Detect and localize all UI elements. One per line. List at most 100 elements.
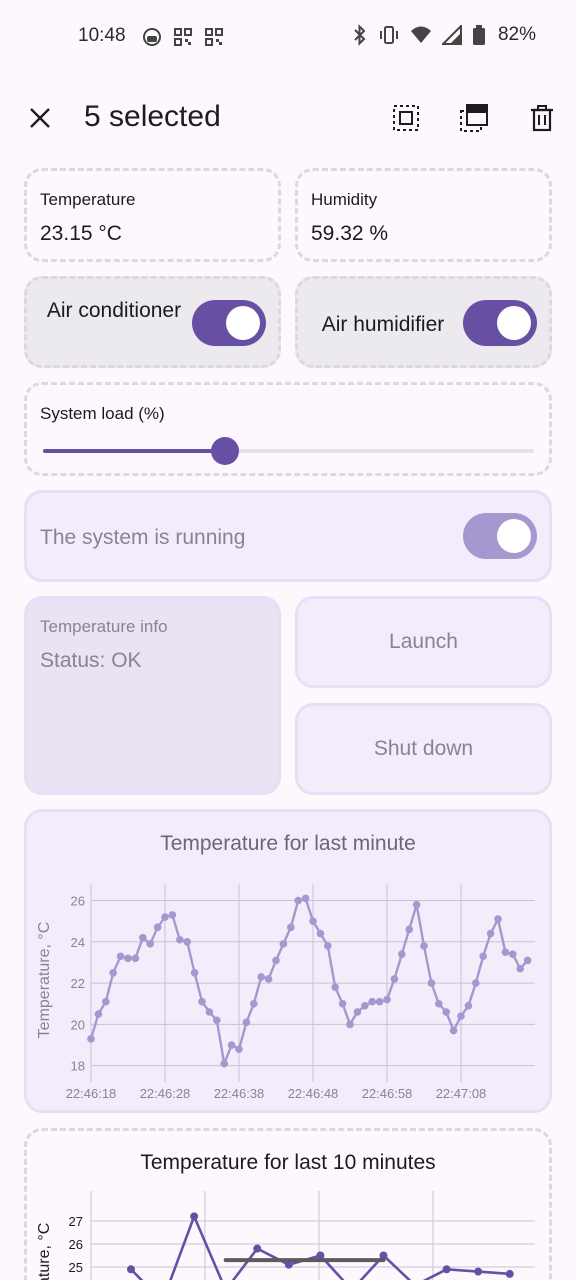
- chart-card-last-ten-minutes: Temperature for last 10 minutes 252627Te…: [24, 1128, 552, 1280]
- data-point: [227, 1041, 236, 1049]
- data-point: [398, 950, 406, 958]
- x-tick-label: 22:46:18: [66, 1086, 117, 1101]
- data-point: [390, 975, 399, 983]
- launch-button-label: Launch: [389, 630, 458, 653]
- humidity-card[interactable]: Humidity 59.32 %: [295, 168, 552, 262]
- data-point: [176, 935, 184, 944]
- data-point: [161, 913, 169, 921]
- data-point: [427, 979, 436, 987]
- delete-button[interactable]: [524, 100, 560, 136]
- data-point: [464, 1002, 473, 1010]
- air-humidifier-label: Air humidifier: [321, 313, 445, 336]
- selection-title: 5 selected: [84, 100, 221, 133]
- data-point: [183, 938, 191, 946]
- data-point: [405, 925, 414, 934]
- temperature-card[interactable]: Temperature 23.15 °C: [24, 168, 281, 262]
- temperature-info-card: Temperature info Status: OK: [24, 596, 281, 795]
- data-point: [316, 929, 325, 938]
- data-point: [494, 915, 502, 923]
- data-point: [420, 942, 428, 950]
- data-point: [198, 997, 206, 1006]
- vibrate-icon: [379, 26, 398, 44]
- data-point: [457, 1012, 465, 1020]
- x-tick-label: 22:46:28: [140, 1086, 191, 1101]
- temperature-info-title: Temperature info: [40, 617, 168, 636]
- data-point: [474, 1267, 483, 1276]
- air-conditioner-switch[interactable]: [192, 300, 266, 346]
- x-tick-label: 22:46:48: [288, 1086, 339, 1101]
- status-time: 10:48: [78, 25, 126, 46]
- data-point: [279, 940, 288, 948]
- chart-card-last-minute: Temperature for last minute 18 20 22 24 26 22…: [24, 809, 552, 1113]
- data-point: [257, 973, 265, 981]
- air-conditioner-label: Air conditioner: [46, 299, 182, 322]
- y-tick-label: 22: [71, 976, 85, 991]
- system-running-switch[interactable]: [463, 513, 537, 559]
- data-point: [102, 997, 110, 1006]
- y-tick-label: 25: [69, 1260, 83, 1275]
- data-point: [472, 979, 480, 987]
- close-icon: [30, 108, 50, 128]
- top-app-bar: 5 selected: [0, 88, 576, 150]
- data-point: [509, 950, 517, 958]
- y-axis-label: Temperature, °C: [36, 1223, 53, 1280]
- data-point: [435, 999, 443, 1008]
- bluetooth-icon: [354, 24, 366, 46]
- data-point: [146, 940, 154, 948]
- data-point: [250, 999, 258, 1008]
- data-point: [242, 1018, 251, 1027]
- data-point: [139, 933, 147, 942]
- data-point: [505, 1269, 514, 1278]
- status-bar: 10:48 82%: [0, 0, 576, 72]
- data-point: [272, 956, 280, 965]
- qr-code-icon: [205, 28, 223, 46]
- data-point: [449, 1026, 458, 1035]
- y-tick-label: 27: [69, 1214, 83, 1229]
- trash-icon: [531, 105, 553, 132]
- select-all-button[interactable]: [388, 100, 424, 136]
- data-point: [153, 923, 162, 932]
- y-axis-label: Temperature, °C: [36, 922, 53, 1039]
- data-point: [220, 1059, 228, 1068]
- data-point: [368, 997, 377, 1006]
- air-humidifier-switch[interactable]: [463, 300, 537, 346]
- air-conditioner-card[interactable]: Air conditioner: [24, 276, 281, 368]
- data-point: [124, 954, 132, 963]
- temperature-info-status: Status: OK: [40, 649, 142, 672]
- qr-code-icon: [174, 28, 192, 46]
- air-humidifier-card[interactable]: Air humidifier: [295, 276, 552, 368]
- battery-icon: [472, 25, 485, 45]
- switch-thumb: [497, 306, 531, 340]
- close-button[interactable]: [24, 102, 56, 134]
- x-tick-label: 22:46:58: [362, 1086, 413, 1101]
- data-point: [264, 975, 273, 983]
- system-running-card: The system is running: [24, 490, 552, 582]
- data-point: [190, 968, 199, 977]
- system-load-slider-thumb[interactable]: [210, 437, 239, 465]
- data-point: [523, 956, 532, 965]
- launch-button[interactable]: Launch: [295, 596, 552, 688]
- battery-percent: 82%: [497, 24, 536, 45]
- data-point: [213, 1016, 221, 1025]
- data-point: [190, 1212, 199, 1221]
- data-point: [301, 894, 310, 903]
- data-point: [412, 900, 421, 909]
- temperature-line: [89, 896, 529, 1069]
- data-point: [131, 954, 140, 963]
- shut-down-button-label: Shut down: [373, 737, 474, 760]
- switch-thumb: [226, 306, 260, 340]
- temperature-label: Temperature: [40, 190, 136, 209]
- data-point: [94, 1010, 103, 1018]
- y-tick-label: 26: [69, 1237, 83, 1252]
- data-point: [309, 917, 317, 925]
- flip-selection-button[interactable]: [456, 100, 492, 136]
- data-point: [383, 995, 391, 1004]
- slider-active-track: [43, 449, 225, 453]
- data-point: [324, 942, 332, 950]
- data-point: [168, 911, 177, 919]
- data-point: [479, 952, 488, 961]
- temperature-ten-minute-chart: 25 26 27 Temperature, °C: [36, 1191, 535, 1280]
- data-point: [486, 929, 495, 938]
- shut-down-button[interactable]: Shut down: [295, 703, 552, 795]
- temperature-line: [130, 1212, 510, 1280]
